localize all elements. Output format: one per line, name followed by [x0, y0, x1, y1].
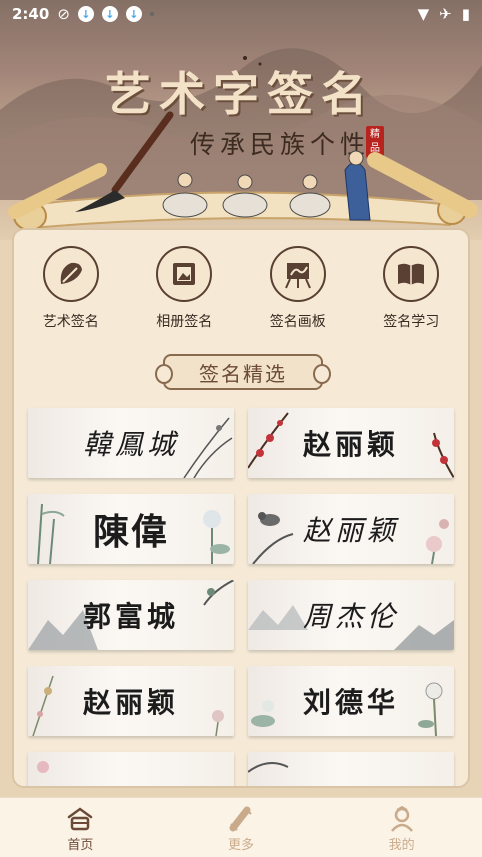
signature-card[interactable]: 周杰伦	[248, 580, 454, 650]
signature-grid: 韓鳳城 赵丽颖 陳偉 赵丽颖 郭富城 周杰伦 赵丽颖 刘德华	[28, 408, 454, 786]
signature-card[interactable]	[28, 752, 234, 786]
feature-label: 相册签名	[156, 314, 213, 330]
photo-icon	[156, 246, 213, 302]
signature-card[interactable]: 赵丽颖	[248, 494, 454, 564]
flower-decoration	[418, 682, 443, 736]
download-icon: ↓	[101, 6, 118, 22]
scholars-illustration	[162, 150, 371, 221]
signature-text: 陳偉	[92, 511, 169, 553]
signature-card[interactable]: 陳偉	[28, 494, 234, 564]
nav-home[interactable]: 首页	[0, 798, 161, 857]
signature-card[interactable]: 赵丽颖	[248, 408, 454, 478]
feature-signature-learning[interactable]: 签名学习	[355, 246, 469, 331]
download-icon: ↓	[77, 6, 94, 22]
feature-label: 签名画板	[269, 314, 326, 330]
sync-off-icon: ⊘	[57, 5, 70, 23]
nav-label: 我的	[388, 838, 415, 853]
leaf-icon	[42, 246, 99, 302]
signature-text: 郭富城	[82, 600, 179, 633]
feature-album-signature[interactable]: 相册签名	[128, 246, 242, 331]
mountain-decoration	[394, 620, 454, 650]
person-icon	[390, 806, 413, 832]
flower-decoration	[212, 710, 224, 736]
nav-profile[interactable]: 我的	[321, 798, 482, 857]
battery-icon: ▮	[461, 5, 470, 23]
bird-decoration	[252, 512, 294, 564]
book-icon	[383, 246, 440, 302]
easel-icon	[269, 246, 326, 302]
plum-blossom-decoration	[248, 412, 289, 469]
status-bar: 2:40 ⊘ ↓ ↓ ↓ ▼ ✈ ▮	[0, 0, 482, 28]
lotus-decoration	[251, 700, 275, 727]
scroll-icon	[229, 806, 252, 832]
mountain-decoration	[248, 605, 308, 630]
tree-decoration	[203, 580, 234, 606]
signature-text: 刘德华	[302, 686, 399, 719]
plant-decoration	[183, 417, 233, 478]
signature-text: 韓鳳城	[82, 428, 179, 461]
airplane-icon: ✈	[439, 5, 452, 23]
nav-more[interactable]: 更多	[161, 798, 322, 857]
flower-decoration	[37, 761, 49, 773]
signature-card[interactable]	[248, 752, 454, 786]
nav-label: 首页	[67, 838, 94, 853]
plum-blossom-decoration	[432, 432, 454, 478]
signature-card[interactable]: 郭富城	[28, 580, 234, 650]
feature-label: 签名学习	[383, 314, 440, 330]
signature-text: 赵丽颖	[302, 514, 399, 547]
section-heading: 签名精选	[155, 354, 331, 390]
bamboo-decoration	[37, 503, 65, 564]
signature-card[interactable]: 刘德华	[248, 666, 454, 736]
flower-decoration	[426, 519, 449, 564]
feature-art-signature[interactable]: 艺术签名	[14, 246, 128, 331]
main-panel: 艺术签名 相册签名 签名画板 签名学习 签名精选 韓鳳城 赵丽颖 陳偉 赵丽颖 …	[12, 228, 470, 788]
signature-text: 赵丽颖	[302, 428, 399, 461]
header-banner: 艺术字签名 传承民族个性 精品	[0, 0, 482, 240]
download-icon: ↓	[125, 6, 142, 22]
section-title: 签名精选	[199, 361, 287, 386]
feature-signature-board[interactable]: 签名画板	[241, 246, 355, 331]
signature-card[interactable]: 赵丽颖	[28, 666, 234, 736]
home-icon	[68, 807, 93, 831]
status-time: 2:40	[12, 5, 50, 23]
nav-label: 更多	[228, 838, 255, 853]
signature-text: 周杰伦	[302, 600, 399, 633]
feature-row: 艺术签名 相册签名 签名画板 签名学习	[14, 246, 468, 331]
notification-dot-icon	[149, 12, 154, 16]
wifi-icon: ▼	[417, 5, 430, 23]
leaf-decoration	[248, 762, 289, 773]
signature-card[interactable]: 韓鳳城	[28, 408, 234, 478]
bottom-navigation: 首页 更多 我的	[0, 797, 482, 857]
feature-label: 艺术签名	[42, 314, 99, 330]
signature-text: 赵丽颖	[82, 686, 179, 719]
flower-decoration	[32, 675, 54, 736]
lotus-decoration	[203, 510, 230, 564]
